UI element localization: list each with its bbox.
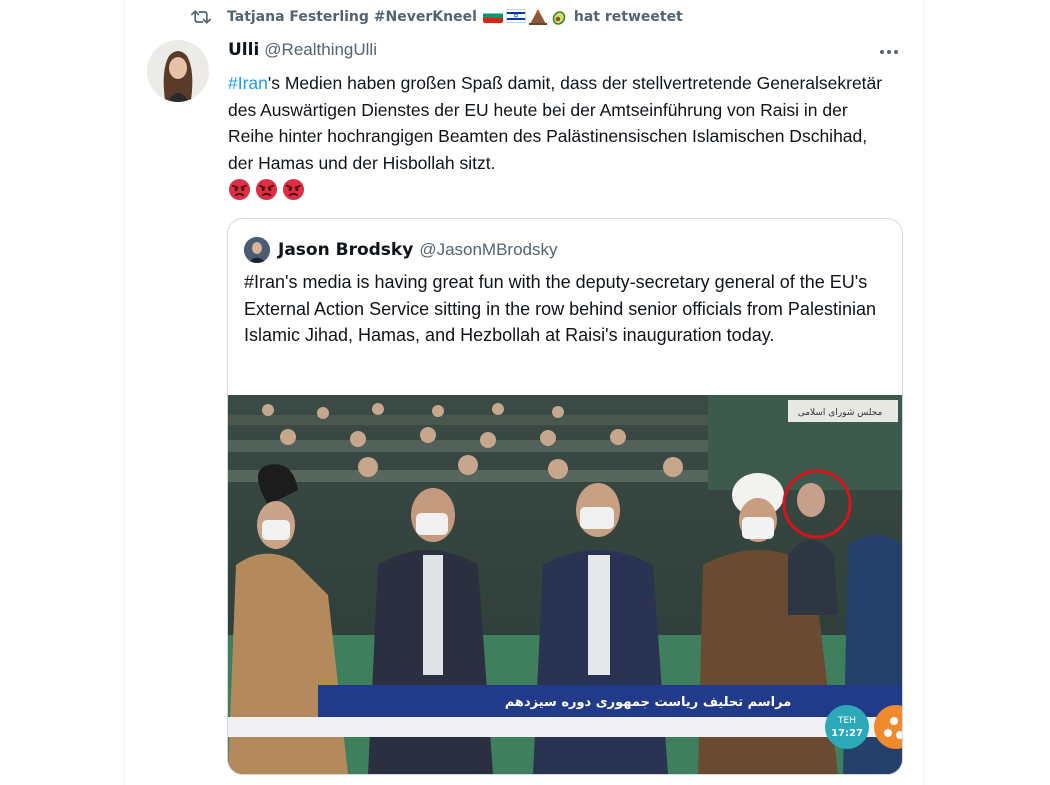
dot-icon [880,50,884,54]
flag-emojis: ✡ [482,9,568,25]
quoted-author-handle[interactable]: @JasonMBrodsky [419,240,557,260]
quoted-tweet-card[interactable]: Jason Brodsky @JasonMBrodsky #Iran's med… [227,218,903,775]
author-avatar[interactable] [147,40,209,102]
hashtag-link[interactable]: #Iran [228,73,268,93]
quoted-tweet-text: #Iran's media is having great fun with t… [244,272,876,345]
avocado-icon [552,11,566,25]
angry-face-icon [255,178,278,201]
tweet-body: 's Medien haben großen Spaß damit, dass … [228,73,883,173]
bulgaria-flag-icon [482,9,503,23]
dot-icon [894,50,898,54]
dot-icon [887,50,891,54]
emoji-row [228,178,888,201]
quoted-author-name[interactable]: Jason Brodsky [278,240,413,260]
retweeter-name[interactable]: Tatjana Festerling #NeverKneel [227,9,477,25]
retweet-suffix: hat retweetet [573,9,683,25]
quoted-tweet-header: Jason Brodsky @JasonMBrodsky [244,237,558,263]
author-name[interactable]: Ulli [228,40,259,60]
corner-label: مجلس شورای اسلامی [798,408,883,418]
angry-face-icon [282,178,305,201]
quoted-tweet-photo[interactable]: مجلس شورای اسلامی مراسم تحلیف ریاست جمهو… [228,395,902,774]
video-caption: مراسم تحلیف ریاست جمهوری دوره سیزدهم [505,695,792,710]
tweet-header: Ulli @RealthingUlli [228,40,377,60]
clock-city: TEH [837,716,856,726]
clock-time: 17:27 [831,728,863,739]
angry-face-icon [228,178,251,201]
quoted-author-avatar[interactable] [244,237,270,263]
timeline-column: Tatjana Festerling #NeverKneel ✡ hat ret… [124,0,924,785]
retweet-icon [191,10,211,24]
author-handle[interactable]: @RealthingUlli [264,40,377,60]
more-options-button[interactable] [877,40,901,64]
retweet-context: Tatjana Festerling #NeverKneel ✡ hat ret… [191,6,683,28]
tweet-text: #Iran's Medien haben großen Spaß damit, … [228,70,888,201]
volcano-icon [528,10,547,25]
israel-flag-icon: ✡ [505,9,526,23]
